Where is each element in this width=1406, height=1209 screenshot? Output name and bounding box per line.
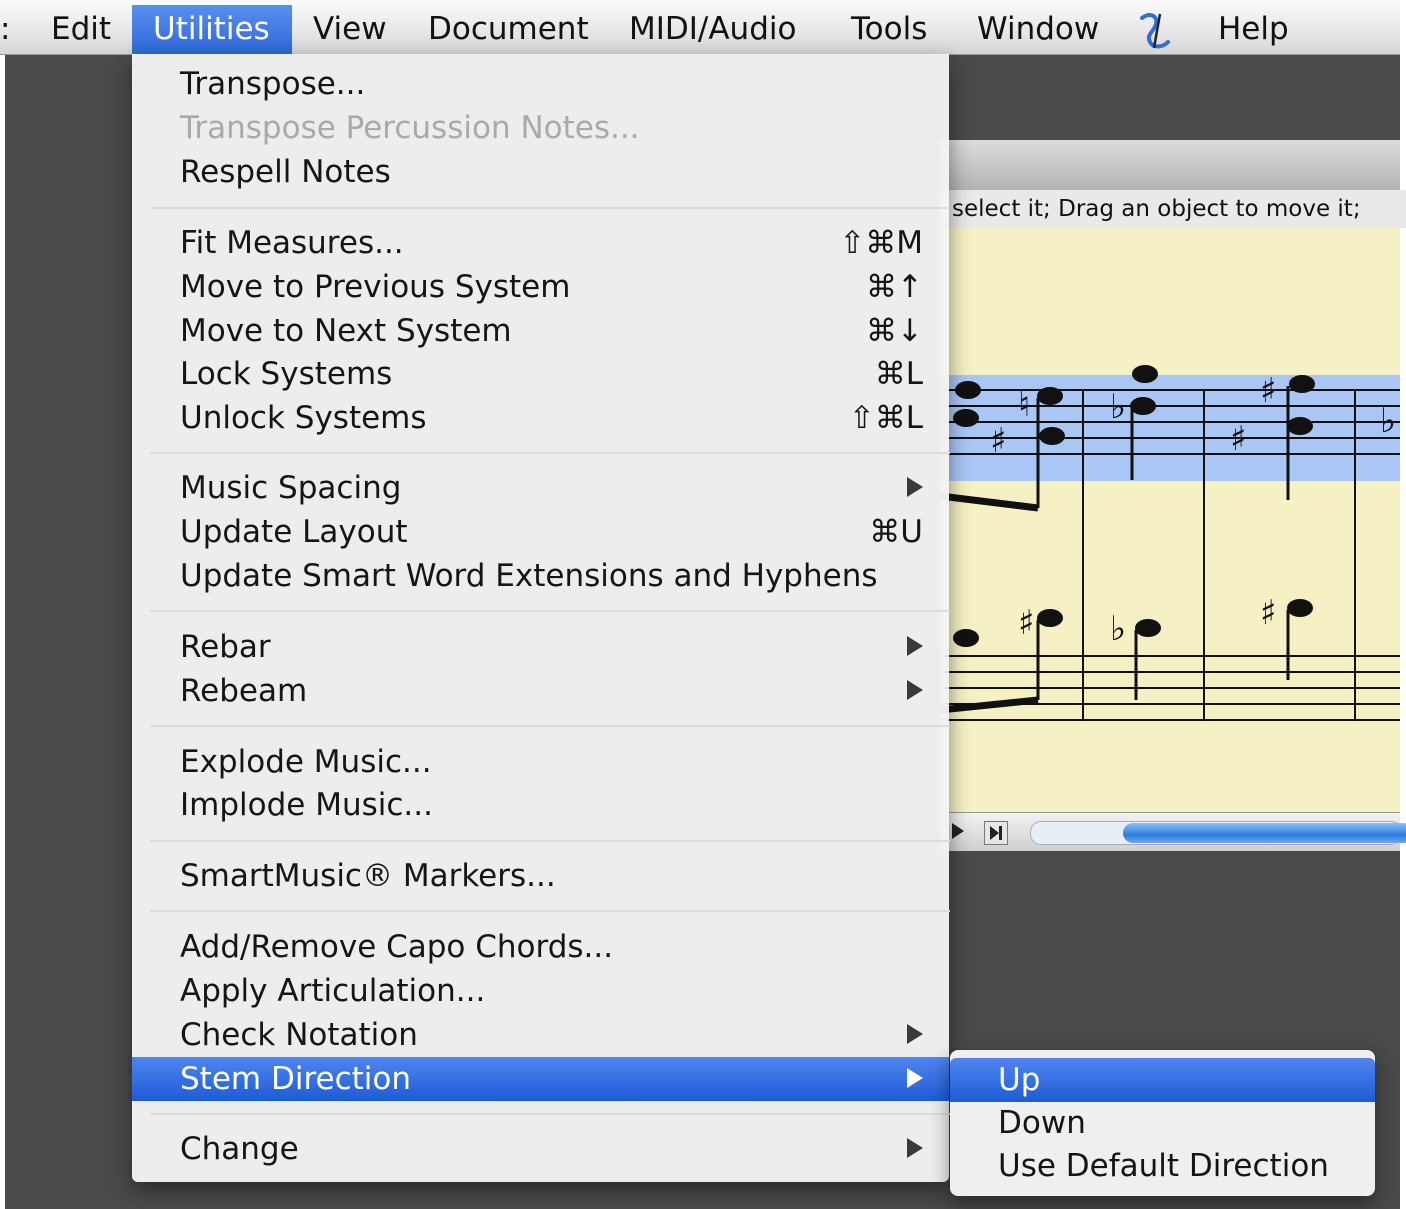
menu-item-rebeam[interactable]: Rebeam: [132, 669, 949, 713]
playback-toolbar: [940, 812, 1406, 851]
shortcut-text: ⌘L: [874, 356, 923, 392]
menu-item-explode-music[interactable]: Explode Music...: [132, 740, 949, 784]
svg-text:♯: ♯: [1260, 593, 1276, 633]
menu-item-fit-measures[interactable]: Fit Measures... ⇧⌘M: [132, 221, 949, 265]
menu-item-capo-chords[interactable]: Add/Remove Capo Chords...: [132, 925, 949, 969]
submenu-item-down[interactable]: Down: [950, 1101, 1375, 1145]
svg-text:♯: ♯: [990, 421, 1006, 461]
submenu-arrow-icon: [907, 1024, 923, 1044]
submenu-item-up[interactable]: Up: [950, 1058, 1375, 1102]
menu-item-check-notation[interactable]: Check Notation: [132, 1013, 949, 1057]
submenu-arrow-icon: [907, 1068, 923, 1088]
score-staff[interactable]: ♯ ♮ ♭ ♯ ♯ ♭ ♯ ♭ ♯: [940, 140, 1400, 850]
submenu-arrow-icon: [907, 636, 923, 656]
menu-item-lock-systems[interactable]: Lock Systems ⌘L: [132, 352, 949, 396]
svg-text:♮: ♮: [1018, 385, 1030, 425]
menu-item-respell-notes[interactable]: Respell Notes: [132, 150, 949, 194]
menu-separator: [150, 1113, 950, 1115]
utilities-menu: Transpose... Transpose Percussion Notes.…: [132, 54, 950, 1182]
menu-item-change[interactable]: Change: [132, 1127, 949, 1171]
menu-edit[interactable]: Edit: [30, 5, 132, 54]
menu-item-move-next-system[interactable]: Move to Next System ⌘↓: [132, 309, 949, 353]
menu-separator: [150, 910, 950, 912]
shortcut-text: ⌘↑: [866, 269, 923, 305]
menu-item-update-layout[interactable]: Update Layout ⌘U: [132, 510, 949, 554]
menu-item-smartmusic-markers[interactable]: SmartMusic® Markers...: [132, 854, 949, 898]
menu-view[interactable]: View: [292, 5, 408, 54]
menu-document[interactable]: Document: [407, 5, 610, 54]
svg-text:♯: ♯: [1230, 419, 1246, 459]
menu-item-apply-articulation[interactable]: Apply Articulation...: [132, 969, 949, 1013]
submenu-arrow-icon: [907, 1138, 923, 1158]
menu-separator: [150, 725, 950, 727]
submenu-item-default-direction[interactable]: Use Default Direction: [950, 1144, 1375, 1188]
submenu-arrow-icon: [907, 680, 923, 700]
menu-item-transpose[interactable]: Transpose...: [132, 62, 949, 106]
menu-window[interactable]: Window: [956, 5, 1120, 54]
menu-bar: : Edit Utilities View Document MIDI/Audi…: [0, 0, 1400, 55]
skip-to-end-icon[interactable]: [984, 821, 1008, 845]
menu-midi-audio[interactable]: MIDI/Audio: [608, 5, 817, 54]
menu-item-stem-direction[interactable]: Stem Direction: [132, 1057, 949, 1101]
menu-separator: [150, 207, 950, 209]
svg-text:♭: ♭: [1110, 387, 1126, 427]
menu-item-implode-music[interactable]: Implode Music...: [132, 783, 949, 827]
menu-item-music-spacing[interactable]: Music Spacing: [132, 466, 949, 510]
menu-utilities[interactable]: Utilities: [132, 5, 292, 54]
menu-help[interactable]: Help: [1197, 5, 1310, 54]
menu-separator: [150, 610, 950, 612]
score-window[interactable]: select it; Drag an object to move it; ♯ …: [940, 140, 1406, 851]
menu-separator: [150, 840, 950, 842]
menu-item-transpose-percussion: Transpose Percussion Notes...: [180, 110, 640, 146]
horizontal-scrollbar[interactable]: [1030, 821, 1406, 845]
menu-tools[interactable]: Tools: [830, 5, 948, 54]
svg-text:♭: ♭: [1380, 401, 1396, 441]
menu-bar-edge-text: :: [0, 11, 11, 47]
shortcut-text: ⇧⌘M: [839, 225, 923, 261]
svg-text:♭: ♭: [1110, 609, 1126, 649]
menu-item-update-smart-word-extensions[interactable]: Update Smart Word Extensions and Hyphens: [132, 554, 949, 598]
script-menu-icon[interactable]: [1136, 8, 1176, 52]
svg-text:♯: ♯: [1260, 371, 1276, 411]
play-icon[interactable]: [952, 823, 964, 839]
shortcut-text: ⌘U: [869, 514, 923, 550]
menu-item-unlock-systems[interactable]: Unlock Systems ⇧⌘L: [132, 396, 949, 440]
submenu-arrow-icon: [907, 477, 923, 497]
menu-item-move-previous-system[interactable]: Move to Previous System ⌘↑: [132, 265, 949, 309]
menu-item-rebar[interactable]: Rebar: [132, 625, 949, 669]
shortcut-text: ⇧⌘L: [848, 400, 923, 436]
menu-separator: [150, 452, 950, 454]
svg-text:♯: ♯: [1018, 603, 1034, 643]
stem-direction-submenu: Up Down Use Default Direction: [950, 1050, 1375, 1196]
scrollbar-thumb[interactable]: [1123, 823, 1406, 843]
shortcut-text: ⌘↓: [866, 313, 923, 349]
